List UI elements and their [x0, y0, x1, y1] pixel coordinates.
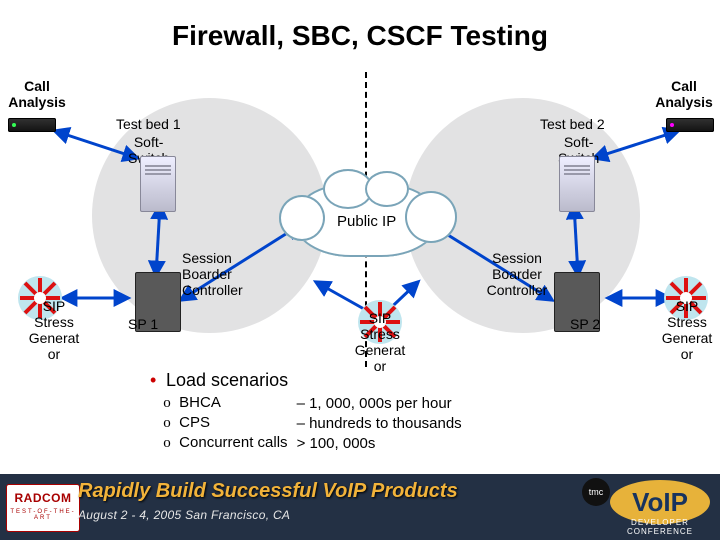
call-analysis-right-icon: [666, 118, 714, 132]
metric: CPS: [179, 414, 210, 431]
testbed-1-label: Test bed 1: [116, 116, 181, 132]
radcom-logo: RADCOM TEST-OF-THE-ART: [6, 484, 80, 532]
value: > 100, 000s: [296, 433, 463, 453]
load-scenarios-block: Load scenarios o BHCA – 1, 000, 000s per…: [130, 368, 463, 453]
load-scenarios-table: o BHCA – 1, 000, 000s per hour o CPS – h…: [158, 393, 463, 453]
voip-conf-label: DEVELOPER CONFERENCE: [610, 518, 710, 536]
call-analysis-left-label: CallAnalysis: [2, 78, 72, 110]
table-row: o CPS – hundreds to thousands: [158, 413, 463, 433]
call-analysis-right-label: CallAnalysis: [648, 78, 720, 110]
footer-subline: August 2 - 4, 2005 San Francisco, CA: [78, 508, 290, 522]
footer-headline: Rapidly Build Successful VoIP Products: [78, 480, 458, 503]
metric: BHCA: [179, 394, 221, 411]
radcom-tagline: TEST-OF-THE-ART: [7, 509, 79, 521]
softswitch-2-icon: [559, 156, 595, 212]
sbc-right-label: SessionBoarderController: [482, 250, 552, 298]
load-scenarios-heading: Load scenarios: [166, 370, 288, 390]
table-row: o Concurrent calls > 100, 000s: [158, 433, 463, 453]
voip-conference-logo: tmc VoIP DEVELOPER CONFERENCE: [582, 478, 712, 536]
sbc-left-label: SessionBoarderController: [182, 250, 243, 298]
sip-stress-mid-label: SIPStressGenerator: [350, 310, 410, 374]
footer-bar: RADCOM TEST-OF-THE-ART Rapidly Build Suc…: [0, 474, 720, 540]
slide: Firewall, SBC, CSCF Testing CallAnalysis…: [0, 0, 720, 540]
metric: Concurrent calls: [179, 434, 287, 451]
value: – hundreds to thousands: [296, 413, 463, 433]
table-row: o BHCA – 1, 000, 000s per hour: [158, 393, 463, 413]
sp2-label: SP 2: [570, 316, 600, 332]
radcom-brand-text: RADCOM: [7, 491, 79, 505]
sip-stress-right-label: SIPStressGenerator: [656, 298, 718, 362]
call-analysis-left-icon: [8, 118, 56, 132]
testbed-2-label: Test bed 2: [540, 116, 605, 132]
softswitch-1-icon: [140, 156, 176, 212]
value: – 1, 000, 000s per hour: [296, 393, 463, 413]
sp1-label: SP 1: [128, 316, 158, 332]
tmc-badge: tmc: [582, 478, 610, 506]
public-ip-label: Public IP: [337, 213, 396, 230]
sip-stress-left-label: SIPStressGenerator: [24, 298, 84, 362]
slide-title: Firewall, SBC, CSCF Testing: [0, 20, 720, 52]
